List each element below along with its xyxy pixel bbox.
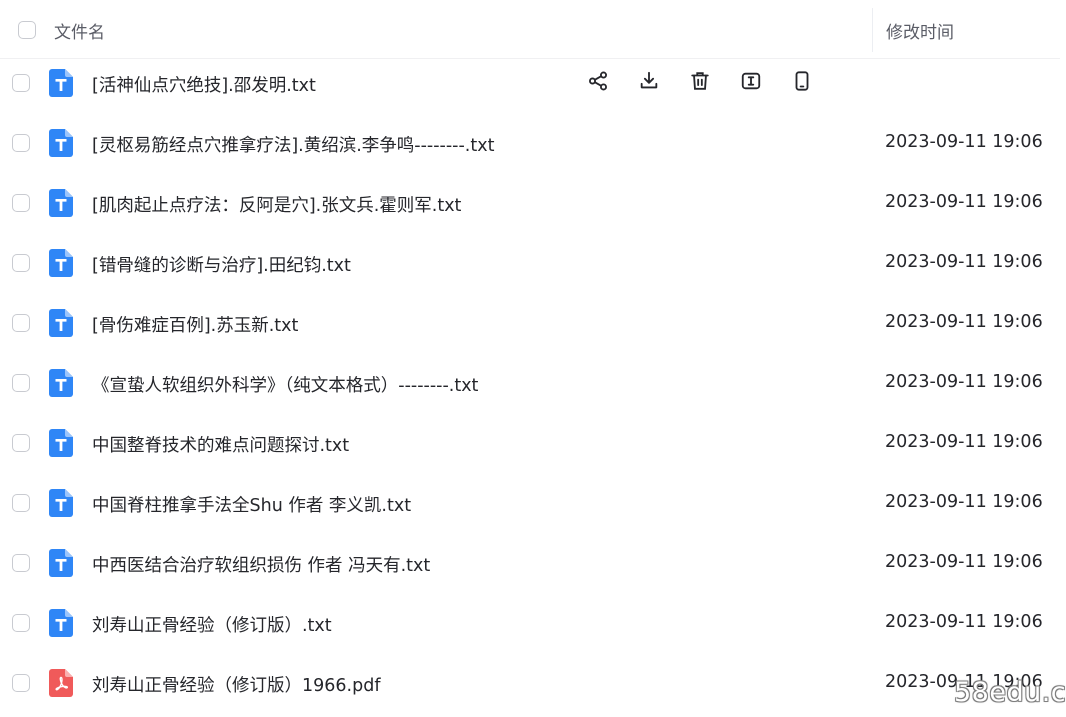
row-checkbox[interactable] [12, 74, 30, 92]
file-row[interactable]: [活神仙点穴绝技].邵发明.txt [0, 53, 1060, 113]
file-row[interactable]: [骨伤难症百例].苏玉新.txt 2023-09-11 19:06 [0, 293, 1060, 353]
file-row[interactable]: [错骨缝的诊断与治疗].田纪钧.txt 2023-09-11 19:06 [0, 233, 1060, 293]
row-checkbox[interactable] [12, 194, 30, 212]
column-header-modified-time[interactable]: 修改时间 [886, 18, 954, 43]
select-all-checkbox[interactable] [18, 21, 36, 39]
file-name[interactable]: 刘寿山正骨经验（修订版）.txt [92, 612, 332, 637]
column-divider[interactable] [872, 8, 873, 52]
file-modified-time: 2023-09-11 19:06 [885, 312, 1043, 332]
file-name[interactable]: [肌肉起止点疗法：反阿是穴].张文兵.霍则军.txt [92, 192, 461, 217]
file-row[interactable]: 中国整脊技术的难点问题探讨.txt 2023-09-11 19:06 [0, 413, 1060, 473]
file-modified-time: 2023-09-11 19:06 [885, 372, 1043, 392]
file-modified-time: 2023-09-11 19:06 [885, 192, 1043, 212]
txt-file-icon [49, 609, 73, 637]
file-modified-time: 2023-09-11 19:06 [885, 612, 1043, 632]
file-name[interactable]: [灵枢易筋经点穴推拿疗法].黄绍滨.李争鸣--------.txt [92, 132, 494, 157]
file-name[interactable]: 中国整脊技术的难点问题探讨.txt [92, 432, 349, 457]
txt-file-icon [49, 549, 73, 577]
share-icon[interactable] [586, 69, 610, 93]
column-header-filename[interactable]: 文件名 [54, 18, 105, 43]
file-row[interactable]: 中西医结合治疗软组织损伤 作者 冯天有.txt 2023-09-11 19:06 [0, 533, 1060, 593]
row-checkbox[interactable] [12, 254, 30, 272]
file-modified-time: 2023-09-11 19:06 [885, 252, 1043, 272]
file-row[interactable]: 中国脊柱推拿手法全Shu 作者 李义凯.txt 2023-09-11 19:06 [0, 473, 1060, 533]
row-checkbox[interactable] [12, 614, 30, 632]
file-name[interactable]: 中西医结合治疗软组织损伤 作者 冯天有.txt [92, 552, 430, 577]
row-actions [586, 69, 814, 93]
txt-file-icon [49, 489, 73, 517]
file-name[interactable]: [骨伤难症百例].苏玉新.txt [92, 312, 298, 337]
txt-file-icon [49, 249, 73, 277]
file-name[interactable]: [错骨缝的诊断与治疗].田纪钧.txt [92, 252, 351, 277]
file-name[interactable]: [活神仙点穴绝技].邵发明.txt [92, 72, 316, 97]
file-modified-time: 2023-09-11 19:06 [885, 552, 1043, 572]
row-checkbox[interactable] [12, 434, 30, 452]
delete-icon[interactable] [688, 69, 712, 93]
txt-file-icon [49, 129, 73, 157]
file-row[interactable]: 刘寿山正骨经验（修订版）1966.pdf 2023-09-11 19:06 [0, 653, 1060, 713]
txt-file-icon [49, 189, 73, 217]
file-name[interactable]: 中国脊柱推拿手法全Shu 作者 李义凯.txt [92, 492, 411, 517]
file-row[interactable]: 《宣蛰人软组织外科学》（纯文本格式）--------.txt 2023-09-11… [0, 353, 1060, 413]
txt-file-icon [49, 369, 73, 397]
row-checkbox[interactable] [12, 314, 30, 332]
row-checkbox[interactable] [12, 374, 30, 392]
row-checkbox[interactable] [12, 134, 30, 152]
file-row[interactable]: [肌肉起止点疗法：反阿是穴].张文兵.霍则军.txt 2023-09-11 19:… [0, 173, 1060, 233]
file-row[interactable]: 刘寿山正骨经验（修订版）.txt 2023-09-11 19:06 [0, 593, 1060, 653]
download-icon[interactable] [637, 69, 661, 93]
pdf-file-icon [49, 669, 73, 697]
txt-file-icon [49, 69, 73, 97]
file-name[interactable]: 刘寿山正骨经验（修订版）1966.pdf [92, 672, 380, 697]
file-modified-time: 2023-09-11 19:06 [885, 432, 1043, 452]
rename-icon[interactable] [739, 69, 763, 93]
row-checkbox[interactable] [12, 554, 30, 572]
row-checkbox[interactable] [12, 494, 30, 512]
watermark: 58edu.cc [954, 677, 1066, 708]
row-checkbox[interactable] [12, 674, 30, 692]
file-modified-time: 2023-09-11 19:06 [885, 492, 1043, 512]
file-row[interactable]: [灵枢易筋经点穴推拿疗法].黄绍滨.李争鸣--------.txt 2023-09… [0, 113, 1060, 173]
file-modified-time: 2023-09-11 19:06 [885, 132, 1043, 152]
txt-file-icon [49, 429, 73, 457]
file-list-header: 文件名 修改时间 [0, 0, 1060, 59]
file-name[interactable]: 《宣蛰人软组织外科学》（纯文本格式）--------.txt [92, 372, 478, 397]
txt-file-icon [49, 309, 73, 337]
phone-icon[interactable] [790, 69, 814, 93]
